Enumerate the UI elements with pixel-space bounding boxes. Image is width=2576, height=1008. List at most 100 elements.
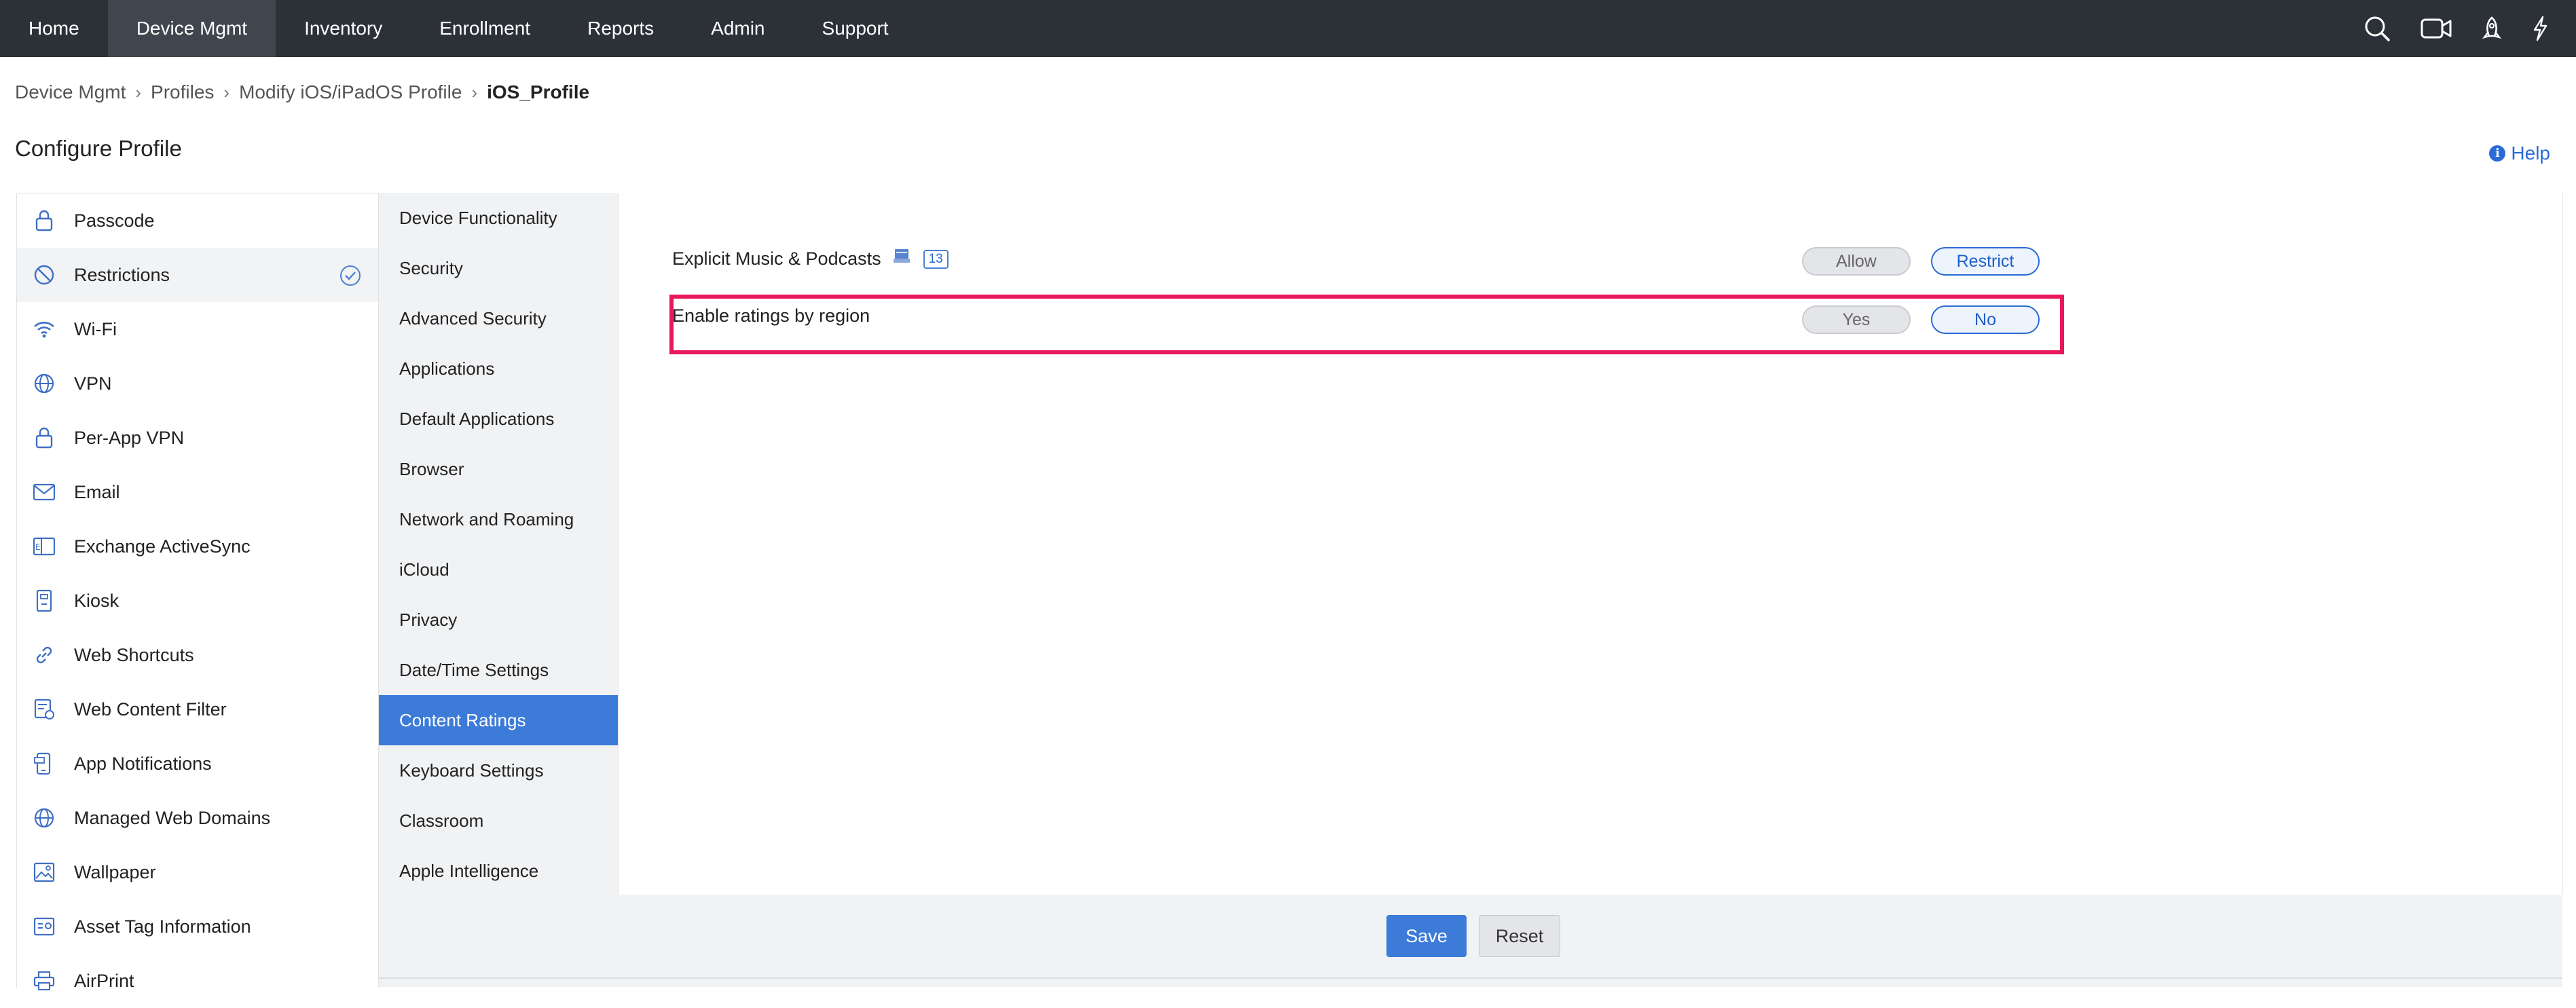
breadcrumb-device-mgmt[interactable]: Device Mgmt	[15, 81, 126, 103]
video-icon[interactable]	[2420, 16, 2452, 41]
lightning-icon[interactable]	[2531, 16, 2549, 41]
filter-icon	[32, 697, 56, 722]
subnav-browser[interactable]: Browser	[379, 444, 618, 494]
setting-ratings-by-region: Enable ratings by region	[672, 305, 870, 326]
sidebar-item-wallpaper[interactable]: Wallpaper	[17, 845, 378, 899]
image-icon	[32, 860, 56, 884]
footer-divider	[379, 977, 2562, 979]
nav-icon-group	[2363, 0, 2549, 57]
sidebar-item-label: VPN	[74, 373, 112, 394]
sidebar-item-label: Kiosk	[74, 590, 119, 611]
subnav-network-and-roaming[interactable]: Network and Roaming	[379, 494, 618, 544]
subnav-keyboard-settings[interactable]: Keyboard Settings	[379, 745, 618, 796]
version-badge: 13	[923, 249, 949, 269]
breadcrumb-profiles[interactable]: Profiles	[151, 81, 214, 103]
subnav-privacy[interactable]: Privacy	[379, 595, 618, 645]
sidebar-item-airprint[interactable]: AirPrint	[17, 954, 378, 1008]
chevron-right-icon: ›	[223, 81, 230, 102]
subnav-icloud[interactable]: iCloud	[379, 544, 618, 595]
sidebar-item-vpn[interactable]: VPN	[17, 356, 378, 411]
sidebar-item-label: Wi-Fi	[74, 318, 117, 339]
allow-option[interactable]: Allow	[1802, 247, 1911, 276]
sidebar-item-label: Exchange ActiveSync	[74, 536, 251, 557]
subnav-date-time-settings[interactable]: Date/Time Settings	[379, 645, 618, 695]
nav-reports[interactable]: Reports	[559, 0, 682, 57]
tag-icon	[32, 914, 56, 939]
sidebar-item-label: Web Content Filter	[74, 698, 227, 720]
chevron-right-icon: ›	[135, 81, 142, 102]
no-option[interactable]: No	[1931, 305, 2040, 334]
lock-icon	[32, 426, 56, 450]
setting-label: Explicit Music & Podcasts	[672, 248, 881, 269]
chevron-right-icon: ›	[471, 81, 478, 102]
sidebar-item-restrictions[interactable]: Restrictions	[17, 248, 378, 302]
sidebar-item-wifi[interactable]: Wi-Fi	[17, 302, 378, 356]
save-button[interactable]: Save	[1386, 915, 1467, 957]
setting-explicit-music: Explicit Music & Podcasts 13	[672, 247, 949, 271]
breadcrumb-modify-profile[interactable]: Modify iOS/iPadOS Profile	[239, 81, 462, 103]
breadcrumb: Device Mgmt › Profiles › Modify iOS/iPad…	[15, 81, 589, 103]
sidebar-item-managed-web-domains[interactable]: Managed Web Domains	[17, 791, 378, 845]
nav-device-mgmt[interactable]: Device Mgmt	[107, 0, 276, 57]
sidebar-item-asset-tag-information[interactable]: Asset Tag Information	[17, 899, 378, 954]
notification-icon	[32, 751, 56, 776]
rocket-icon[interactable]	[2481, 16, 2503, 41]
globe-icon	[32, 371, 56, 396]
setting-label: Enable ratings by region	[672, 305, 870, 326]
sidebar-item-label: Asset Tag Information	[74, 916, 251, 937]
kiosk-icon	[32, 589, 56, 613]
check-circle-icon	[339, 264, 362, 292]
sidebar-item-passcode[interactable]: Passcode	[17, 193, 378, 248]
nav-inventory[interactable]: Inventory	[276, 0, 411, 57]
sidebar-item-label: Web Shortcuts	[74, 644, 194, 665]
help-link[interactable]: i Help	[2489, 143, 2550, 164]
payload-sidebar: Passcode Restrictions Wi-Fi VPN Per-App …	[16, 193, 379, 991]
lock-icon	[32, 208, 56, 233]
subnav-content-ratings[interactable]: Content Ratings	[379, 695, 618, 745]
globe-icon	[32, 806, 56, 830]
sidebar-item-label: Restrictions	[74, 264, 170, 285]
reset-button[interactable]: Reset	[1479, 915, 1560, 957]
nav-admin[interactable]: Admin	[682, 0, 793, 57]
exchange-icon: E	[32, 534, 56, 559]
sidebar-item-email[interactable]: Email	[17, 465, 378, 519]
sidebar-item-label: AirPrint	[74, 970, 134, 991]
wifi-icon	[32, 317, 56, 341]
sidebar-item-label: App Notifications	[74, 753, 212, 774]
info-icon: i	[2489, 145, 2506, 162]
nav-support[interactable]: Support	[794, 0, 917, 57]
subnav-apple-intelligence[interactable]: Apple Intelligence	[379, 846, 618, 896]
sidebar-item-app-notifications[interactable]: App Notifications	[17, 736, 378, 791]
settings-panel-border	[619, 193, 2563, 895]
sidebar-item-web-shortcuts[interactable]: Web Shortcuts	[17, 628, 378, 682]
help-label: Help	[2511, 143, 2550, 164]
subnav-classroom[interactable]: Classroom	[379, 796, 618, 846]
sidebar-item-exchange-activesync[interactable]: E Exchange ActiveSync	[17, 519, 378, 574]
subnav-applications[interactable]: Applications	[379, 343, 618, 394]
search-icon[interactable]	[2363, 14, 2391, 43]
sidebar-item-kiosk[interactable]: Kiosk	[17, 574, 378, 628]
restrict-option[interactable]: Restrict	[1931, 247, 2040, 276]
top-navigation: Home Device Mgmt Inventory Enrollment Re…	[0, 0, 2576, 57]
envelope-icon	[32, 480, 56, 504]
printer-icon	[32, 969, 56, 993]
sidebar-item-label: Per-App VPN	[74, 427, 185, 448]
nav-enrollment[interactable]: Enrollment	[411, 0, 559, 57]
restrictions-subnav: Device Functionality Security Advanced S…	[379, 193, 619, 987]
device-icon	[892, 247, 913, 271]
sidebar-item-label: Wallpaper	[74, 861, 156, 882]
restriction-icon	[32, 263, 56, 287]
link-icon	[32, 643, 56, 667]
yes-option[interactable]: Yes	[1802, 305, 1911, 334]
subnav-device-functionality[interactable]: Device Functionality	[379, 193, 618, 243]
nav-home[interactable]: Home	[0, 0, 108, 57]
page-title: Configure Profile	[15, 136, 182, 161]
sidebar-item-label: Managed Web Domains	[74, 807, 271, 828]
svg-text:E: E	[35, 542, 41, 552]
sidebar-item-web-content-filter[interactable]: Web Content Filter	[17, 682, 378, 736]
sidebar-item-per-app-vpn[interactable]: Per-App VPN	[17, 411, 378, 465]
subnav-default-applications[interactable]: Default Applications	[379, 394, 618, 444]
sidebar-item-label: Passcode	[74, 210, 155, 231]
subnav-advanced-security[interactable]: Advanced Security	[379, 293, 618, 343]
subnav-security[interactable]: Security	[379, 243, 618, 293]
